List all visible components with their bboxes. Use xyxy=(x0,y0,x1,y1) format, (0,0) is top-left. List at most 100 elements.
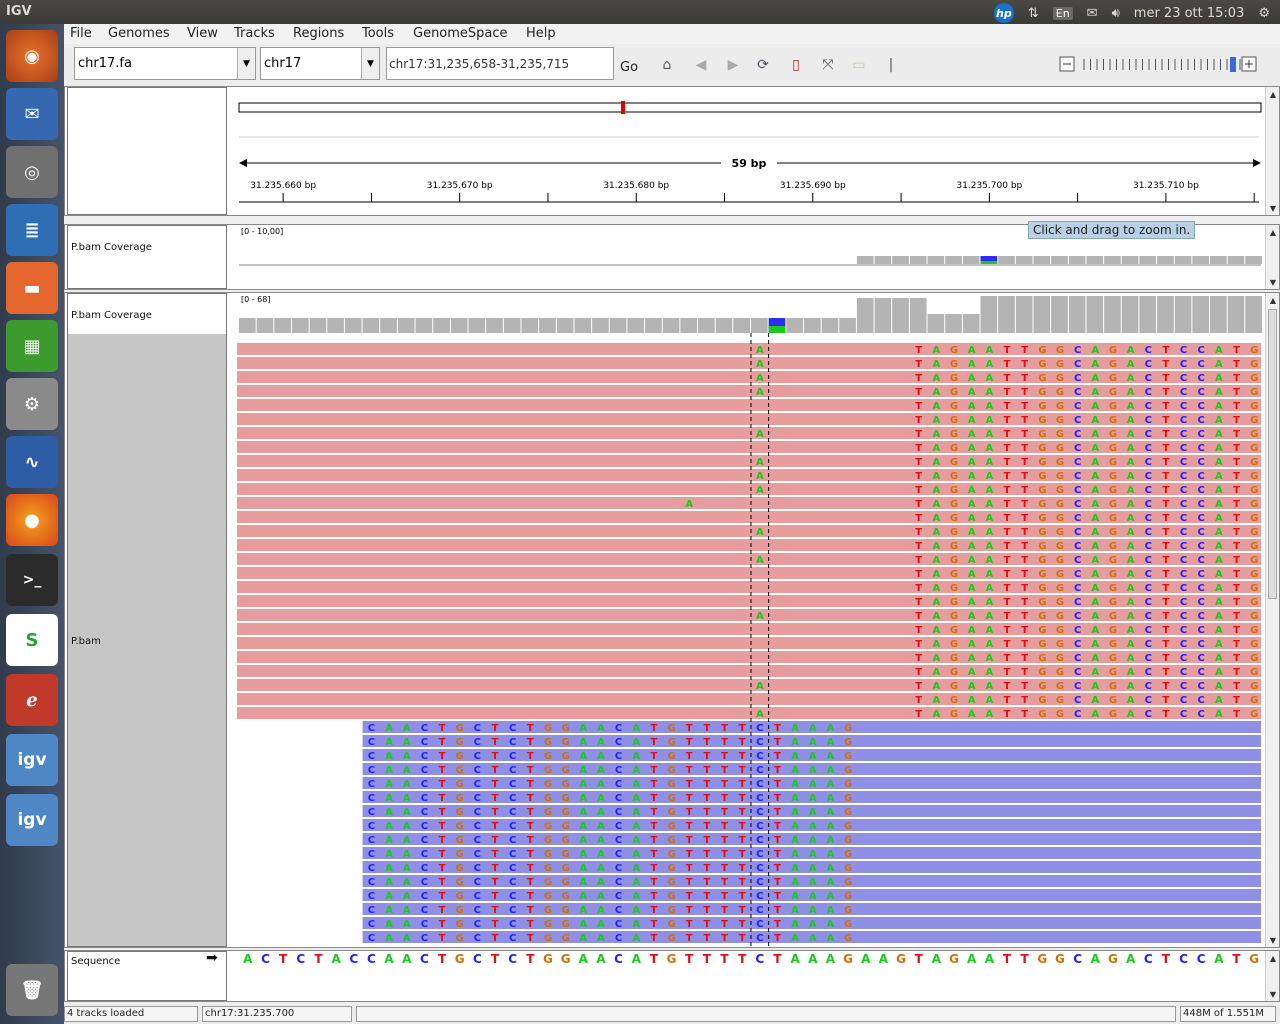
read-base: C xyxy=(1198,583,1205,594)
read-base: C xyxy=(474,779,481,790)
scroll-up-icon[interactable]: ▲ xyxy=(1266,87,1280,101)
read-base: T xyxy=(703,821,710,832)
menu-genomes[interactable]: Genomes xyxy=(108,26,170,41)
sequence-data[interactable]: ACTCTACCAACTGCTCTGGAACATGTTTTCTAAAGAAGTA… xyxy=(237,951,1263,1001)
popup-icon[interactable]: ▭ xyxy=(850,56,868,74)
menu-tracks[interactable]: Tracks xyxy=(234,26,275,41)
pdf-icon[interactable]: ℯ xyxy=(6,674,58,726)
read-base: A xyxy=(597,793,605,804)
ruler-scrollbar[interactable]: ▲ ▼ xyxy=(1265,87,1279,215)
mail-icon[interactable]: ✉ xyxy=(1087,6,1098,21)
chevron-down-icon[interactable]: ▼ xyxy=(237,48,255,79)
coverage-track-name[interactable]: P.bam Coverage xyxy=(71,242,152,253)
coverage-bar xyxy=(1192,256,1210,264)
sequence-scrollbar[interactable]: ▲ ▼ xyxy=(1265,951,1279,1001)
menu-help[interactable]: Help xyxy=(526,26,556,41)
read-base: T xyxy=(774,765,781,776)
read-base: T xyxy=(1233,681,1240,692)
go-button[interactable]: Go xyxy=(620,60,638,75)
terminal-icon[interactable]: >_ xyxy=(6,554,58,606)
read-base: C xyxy=(1145,415,1152,426)
read-base: G xyxy=(544,849,552,860)
read-base: C xyxy=(1145,569,1152,580)
read-base: G xyxy=(950,415,958,426)
scroll-up-icon[interactable]: ▲ xyxy=(1266,225,1280,239)
files-icon[interactable]: ▬ xyxy=(6,262,58,314)
read-base: G xyxy=(667,751,675,762)
scroll-down-icon[interactable]: ▼ xyxy=(1266,201,1280,215)
refresh-icon[interactable]: ⟳ xyxy=(754,56,772,74)
bam-track-name[interactable]: P.bam xyxy=(71,636,101,647)
scroll-up-icon[interactable]: ▲ xyxy=(1266,293,1280,307)
read-base: C xyxy=(615,751,622,762)
network-icon[interactable]: ⇅ xyxy=(1028,6,1039,21)
chromosome-dropdown[interactable]: chr17 ▼ xyxy=(260,47,380,80)
chromosome-value: chr17 xyxy=(264,56,302,71)
scribus-icon[interactable]: S xyxy=(6,614,58,666)
settings-icon[interactable]: ⚙ xyxy=(6,378,58,430)
scroll-thumb[interactable] xyxy=(1268,309,1277,599)
resize-icon[interactable]: ⤧ xyxy=(819,56,837,74)
read-base: G xyxy=(844,751,852,762)
scroll-down-icon[interactable]: ▼ xyxy=(1266,275,1280,289)
scroll-down-icon[interactable]: ▼ xyxy=(1266,987,1280,1001)
alignment-scrollbar[interactable]: ▲ ▼ xyxy=(1265,293,1279,947)
read-base: A xyxy=(385,849,393,860)
ruler-data[interactable]: 59 bp 31.235.660 bp 31.235.670 bp 31.235.68… xyxy=(237,87,1263,215)
read-base: A xyxy=(1215,415,1223,426)
read-base: T xyxy=(739,793,746,804)
read-base: G xyxy=(1038,667,1046,678)
monitor-icon[interactable]: ∿ xyxy=(6,436,58,488)
ruler-toggle-icon[interactable]: | xyxy=(882,56,900,74)
read-base: C xyxy=(615,863,622,874)
writer-icon[interactable]: ≣ xyxy=(6,204,58,256)
read-base: C xyxy=(756,751,763,762)
locus-input[interactable]: chr17:31,235,658-31,235,715 xyxy=(386,47,614,80)
strand-arrow-icon[interactable]: ➡ xyxy=(206,950,218,966)
trash-icon[interactable]: 🗑︎ xyxy=(6,964,58,1016)
scroll-down-icon[interactable]: ▼ xyxy=(1266,933,1280,947)
hp-icon[interactable]: hp xyxy=(993,3,1014,23)
igv-icon[interactable]: igv xyxy=(6,794,58,846)
back-icon[interactable]: ◀ xyxy=(692,56,710,74)
menu-view[interactable]: View xyxy=(187,26,218,41)
read-base: A xyxy=(597,723,605,734)
read-base: T xyxy=(1021,639,1028,650)
menu-tools[interactable]: Tools xyxy=(362,26,394,41)
sequence-track-name[interactable]: Sequence xyxy=(71,956,120,967)
genome-dropdown[interactable]: chr17.fa ▼ xyxy=(74,47,256,80)
email-icon[interactable]: ✉ xyxy=(6,88,58,140)
volume-icon[interactable]: 🔊︎ xyxy=(1112,6,1120,21)
read-base: C xyxy=(1198,415,1205,426)
clock[interactable]: mer 23 ott 15:03 xyxy=(1134,6,1245,21)
read-base: A xyxy=(985,653,993,664)
coverage-bar xyxy=(1033,256,1051,264)
chevron-down-icon[interactable]: ▼ xyxy=(361,48,379,79)
menu-genomespace[interactable]: GenomeSpace xyxy=(413,26,508,41)
menu-regions[interactable]: Regions xyxy=(293,26,344,41)
read-base: A xyxy=(968,499,976,510)
ubuntu-dash-icon[interactable]: ◉ xyxy=(6,30,58,82)
zoom-slider[interactable] xyxy=(1058,55,1258,73)
read-base: G xyxy=(544,779,552,790)
menu-file[interactable]: File xyxy=(70,26,92,41)
scroll-up-icon[interactable]: ▲ xyxy=(1266,951,1280,965)
home-icon[interactable]: ⌂ xyxy=(658,56,676,74)
calc-icon[interactable]: ▦ xyxy=(6,320,58,372)
keyboard-language[interactable]: En xyxy=(1052,6,1073,20)
igv-icon[interactable]: igv xyxy=(6,734,58,786)
firefox-icon[interactable]: ● xyxy=(6,494,58,546)
read-base: A xyxy=(579,751,587,762)
read-base: A xyxy=(827,723,835,734)
read-base: T xyxy=(1004,513,1011,524)
coverage-scrollbar[interactable]: ▲ ▼ xyxy=(1265,225,1279,289)
region-icon[interactable]: ▯ xyxy=(787,56,805,74)
forward-icon[interactable]: ▶ xyxy=(724,56,742,74)
coverage-bar xyxy=(892,256,909,264)
read-base: A xyxy=(1091,471,1099,482)
coverage-track-name[interactable]: P.bam Coverage xyxy=(71,310,152,321)
gear-icon[interactable]: ⚙ xyxy=(1258,6,1270,21)
read-base: C xyxy=(509,891,516,902)
alignment-data[interactable]: [0 - 68] TAGAATTGGCAGACTCCATGATAGAATTGGC… xyxy=(237,293,1263,947)
camera-icon[interactable]: ◎ xyxy=(6,146,58,198)
